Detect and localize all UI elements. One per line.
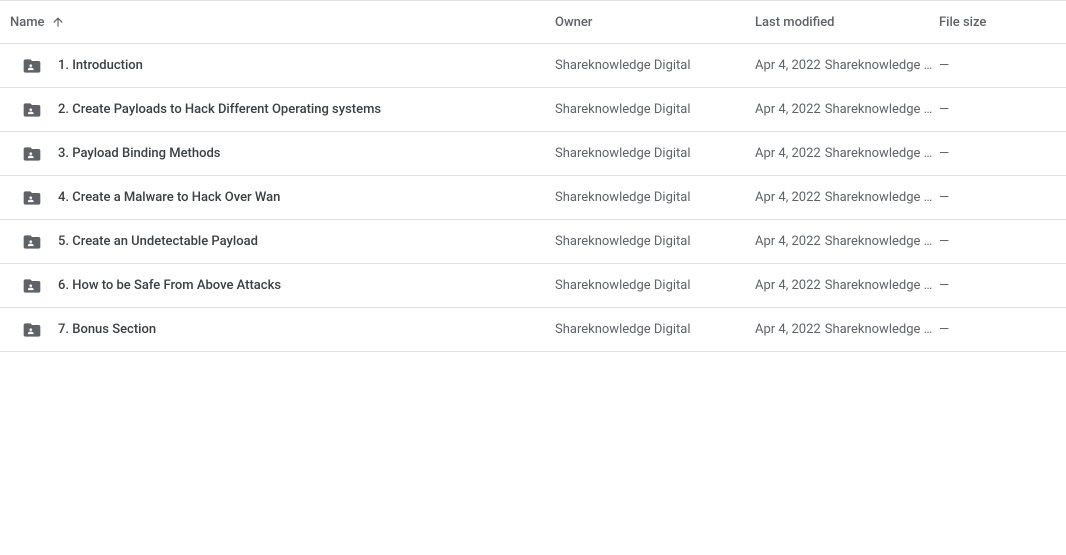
table-row[interactable]: 6. How to be Safe From Above Attacks Sha… xyxy=(0,264,1066,308)
cell-owner: Shareknowledge Digital xyxy=(555,322,755,337)
file-list-table: Name Owner Last modified File size xyxy=(0,0,1066,352)
column-header-name[interactable]: Name xyxy=(8,15,555,30)
cell-name: 5. Create an Undetectable Payload xyxy=(8,232,555,252)
shared-folder-icon xyxy=(22,320,42,340)
file-name: 3. Payload Binding Methods xyxy=(58,146,221,161)
file-name: 5. Create an Undetectable Payload xyxy=(58,234,258,249)
cell-owner: Shareknowledge Digital xyxy=(555,278,755,293)
table-row[interactable]: 5. Create an Undetectable Payload Sharek… xyxy=(0,220,1066,264)
cell-name: 4. Create a Malware to Hack Over Wan xyxy=(8,188,555,208)
column-header-owner[interactable]: Owner xyxy=(555,15,755,30)
shared-folder-icon xyxy=(22,144,42,164)
modified-by: Shareknowledge D… xyxy=(825,322,939,337)
cell-size: — xyxy=(939,102,1059,117)
cell-modified: Apr 4, 2022 Shareknowledge D… xyxy=(755,322,939,337)
file-name: 7. Bonus Section xyxy=(58,322,156,337)
cell-owner: Shareknowledge Digital xyxy=(555,102,755,117)
shared-folder-icon xyxy=(22,100,42,120)
cell-size: — xyxy=(939,234,1059,249)
modified-by: Shareknowledge D… xyxy=(825,102,939,117)
file-name: 4. Create a Malware to Hack Over Wan xyxy=(58,190,280,205)
column-header-size-label: File size xyxy=(939,15,986,30)
column-header-size[interactable]: File size xyxy=(939,15,1059,30)
modified-date: Apr 4, 2022 xyxy=(755,322,821,337)
cell-name: 6. How to be Safe From Above Attacks xyxy=(8,276,555,296)
shared-folder-icon xyxy=(22,56,42,76)
modified-by: Shareknowledge D… xyxy=(825,278,939,293)
column-header-owner-label: Owner xyxy=(555,15,592,30)
column-header-modified[interactable]: Last modified xyxy=(755,15,939,30)
column-header-name-label: Name xyxy=(10,15,45,30)
shared-folder-icon xyxy=(22,232,42,252)
cell-size: — xyxy=(939,278,1059,293)
cell-owner: Shareknowledge Digital xyxy=(555,58,755,73)
file-name: 2. Create Payloads to Hack Different Ope… xyxy=(58,102,381,117)
modified-by: Shareknowledge D… xyxy=(825,190,939,205)
table-header-row: Name Owner Last modified File size xyxy=(0,0,1066,44)
table-body: 1. Introduction Shareknowledge Digital A… xyxy=(0,44,1066,352)
modified-date: Apr 4, 2022 xyxy=(755,102,821,117)
shared-folder-icon xyxy=(22,276,42,296)
cell-name: 3. Payload Binding Methods xyxy=(8,144,555,164)
table-row[interactable]: 4. Create a Malware to Hack Over Wan Sha… xyxy=(0,176,1066,220)
modified-date: Apr 4, 2022 xyxy=(755,58,821,73)
table-row[interactable]: 7. Bonus Section Shareknowledge Digital … xyxy=(0,308,1066,352)
cell-modified: Apr 4, 2022 Shareknowledge D… xyxy=(755,102,939,117)
cell-size: — xyxy=(939,190,1059,205)
modified-date: Apr 4, 2022 xyxy=(755,146,821,161)
modified-by: Shareknowledge D… xyxy=(825,58,939,73)
column-header-modified-label: Last modified xyxy=(755,15,835,30)
shared-folder-icon xyxy=(22,188,42,208)
table-row[interactable]: 1. Introduction Shareknowledge Digital A… xyxy=(0,44,1066,88)
modified-date: Apr 4, 2022 xyxy=(755,190,821,205)
table-row[interactable]: 2. Create Payloads to Hack Different Ope… xyxy=(0,88,1066,132)
cell-owner: Shareknowledge Digital xyxy=(555,190,755,205)
cell-modified: Apr 4, 2022 Shareknowledge D… xyxy=(755,190,939,205)
table-row[interactable]: 3. Payload Binding Methods Shareknowledg… xyxy=(0,132,1066,176)
cell-size: — xyxy=(939,58,1059,73)
modified-by: Shareknowledge D… xyxy=(825,146,939,161)
file-name: 6. How to be Safe From Above Attacks xyxy=(58,278,281,293)
modified-date: Apr 4, 2022 xyxy=(755,234,821,249)
cell-name: 1. Introduction xyxy=(8,56,555,76)
modified-by: Shareknowledge D… xyxy=(825,234,939,249)
file-name: 1. Introduction xyxy=(58,58,143,73)
cell-name: 7. Bonus Section xyxy=(8,320,555,340)
cell-owner: Shareknowledge Digital xyxy=(555,234,755,249)
sort-ascending-icon xyxy=(51,15,65,29)
modified-date: Apr 4, 2022 xyxy=(755,278,821,293)
cell-modified: Apr 4, 2022 Shareknowledge D… xyxy=(755,278,939,293)
cell-modified: Apr 4, 2022 Shareknowledge D… xyxy=(755,58,939,73)
cell-owner: Shareknowledge Digital xyxy=(555,146,755,161)
cell-modified: Apr 4, 2022 Shareknowledge D… xyxy=(755,234,939,249)
cell-size: — xyxy=(939,322,1059,337)
cell-modified: Apr 4, 2022 Shareknowledge D… xyxy=(755,146,939,161)
cell-name: 2. Create Payloads to Hack Different Ope… xyxy=(8,100,555,120)
cell-size: — xyxy=(939,146,1059,161)
